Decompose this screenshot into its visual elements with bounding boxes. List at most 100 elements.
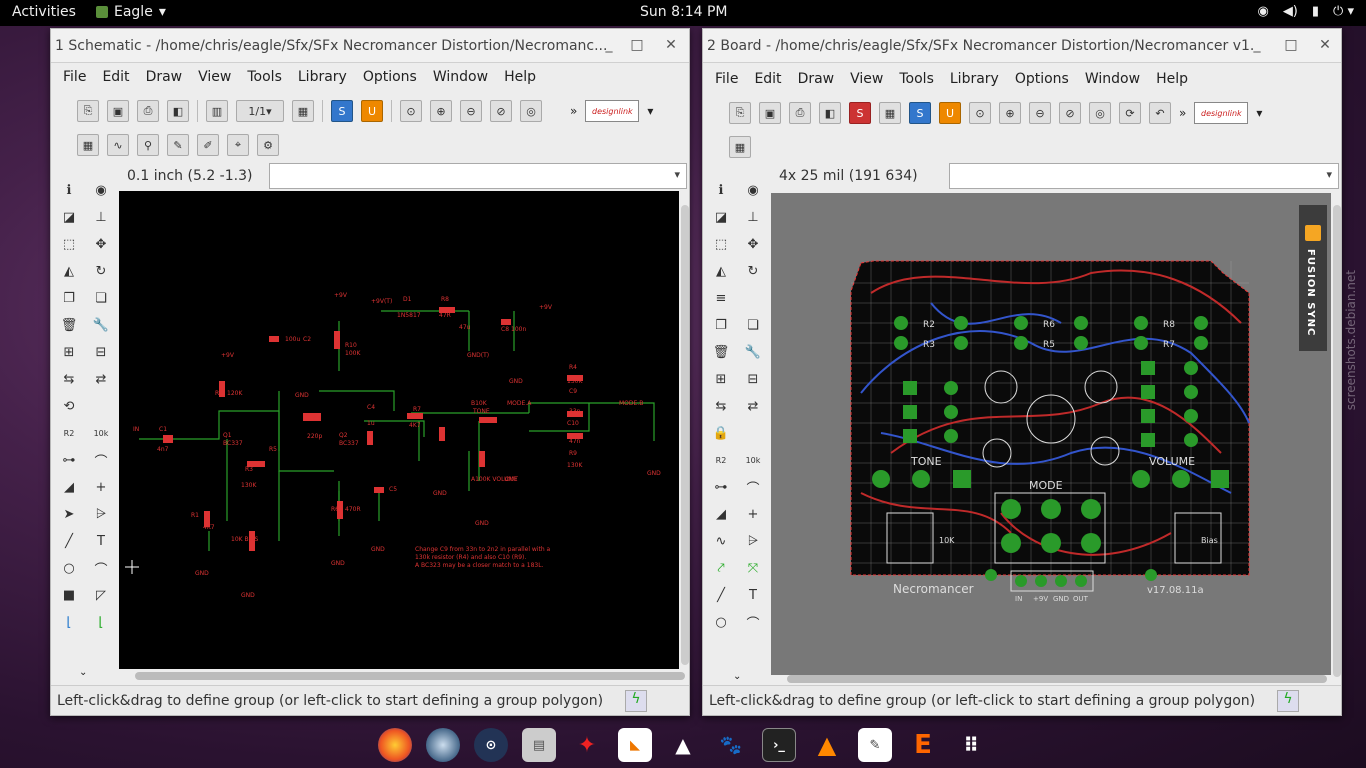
miter-icon[interactable]: ⌒ [85,447,117,474]
bus-icon[interactable]: ⩥ [737,528,769,555]
arc-icon[interactable]: ⌒ [737,609,769,636]
copy-icon[interactable]: ❐ [705,312,737,339]
align-icon[interactable]: ≡ [705,285,737,312]
show-icon[interactable]: ◉ [737,177,769,204]
smash-icon[interactable]: ⊶ [53,447,85,474]
cam-icon[interactable]: ◧ [819,102,841,124]
split-icon[interactable]: ◢ [53,474,85,501]
info-icon[interactable]: ℹ [53,177,85,204]
sheet-select[interactable]: 1/1 ▾ [236,100,284,122]
polygon-icon[interactable]: ◸ [85,582,117,609]
zoom-previous-icon[interactable]: ⊘ [490,100,512,122]
print-icon[interactable]: ⎙ [789,102,811,124]
lock-icon[interactable]: 🔒 [705,420,737,447]
plus-icon[interactable]: + [737,501,769,528]
open-icon[interactable]: ⎘ [729,102,751,124]
minimize-button[interactable]: _ [1249,37,1265,53]
undo-icon[interactable]: ↶ [1149,102,1171,124]
maximize-button[interactable]: □ [629,37,645,53]
vertical-scrollbar[interactable] [681,205,689,665]
clock[interactable]: Sun 8:14 PM [640,4,728,20]
smash-icon[interactable]: ⊶ [705,474,737,501]
schematic-titlebar[interactable]: 1 Schematic - /home/chris/eagle/Sfx/SFx … [51,29,689,63]
add-icon[interactable]: ⊞ [53,339,85,366]
open-icon[interactable]: ⎘ [77,100,99,122]
gear-icon[interactable]: ⚙ [257,134,279,156]
chevron-down-icon[interactable]: ⌄ [79,667,87,678]
circle-icon[interactable]: ○ [705,609,737,636]
menu-view[interactable]: View [190,63,239,91]
schematic-switch-icon[interactable]: S [849,102,871,124]
design-link-button[interactable]: designlink [585,100,640,122]
text-icon[interactable]: T [737,582,769,609]
mark-icon[interactable]: ⊥ [85,204,117,231]
keepassx-icon[interactable]: ⊙ [474,728,508,762]
zoom-out-icon[interactable]: ⊖ [1029,102,1051,124]
menu-file[interactable]: File [55,63,94,91]
plus-icon[interactable]: + [85,474,117,501]
eagle-icon[interactable]: E [906,728,940,762]
rect-icon[interactable]: ■ [53,582,85,609]
show-icon[interactable]: ◉ [85,177,117,204]
firefox-icon[interactable] [378,728,412,762]
ripup-icon[interactable]: ⤧ [737,555,769,582]
menu-file[interactable]: File [707,65,746,93]
move-icon[interactable]: ✥ [85,231,117,258]
grid-icon[interactable]: ▦ [729,136,751,158]
close-button[interactable]: ✕ [663,37,679,53]
grid-icon[interactable]: ▦ [77,134,99,156]
meander-icon[interactable]: ∿ [705,528,737,555]
menu-help[interactable]: Help [1148,65,1196,93]
terminal-icon[interactable]: ›_ [762,728,796,762]
display-icon[interactable]: ◪ [53,204,85,231]
swap-icon[interactable]: ⇆ [705,393,737,420]
schematic-canvas[interactable]: +9V +9V +9V(T) +9V D1 1N5817 R8 47R 47u … [119,191,679,669]
menu-help[interactable]: Help [496,63,544,91]
apps-grid-icon[interactable]: ⠿ [954,728,988,762]
chevron-down-icon[interactable]: ▾ [1326,168,1332,181]
circle-icon[interactable]: ○ [53,555,85,582]
zoom-in-icon[interactable]: ⊕ [430,100,452,122]
menu-options[interactable]: Options [1007,65,1077,93]
wire-icon[interactable]: ╱ [705,582,737,609]
name-icon[interactable]: R2 [705,447,737,474]
route-icon[interactable]: ⤤ [705,555,737,582]
pin-swap-icon[interactable]: ⇄ [85,366,117,393]
mirror-icon[interactable]: ◭ [705,258,737,285]
mark-icon[interactable]: ⊥ [737,204,769,231]
pen-check-icon[interactable]: ✐ [197,134,219,156]
chevron-down-icon[interactable]: ▾ [647,104,653,118]
inkscape-icon[interactable]: ▲ [666,728,700,762]
wire-style-icon[interactable]: ∿ [107,134,129,156]
menu-edit[interactable]: Edit [94,63,137,91]
text-icon[interactable]: T [85,528,117,555]
horizontal-scrollbar[interactable] [135,672,685,680]
script-icon[interactable]: S [331,100,353,122]
inspect-icon[interactable]: ⚲ [137,134,159,156]
minimize-button[interactable]: _ [601,37,617,53]
group-icon[interactable]: ⬚ [53,231,85,258]
layers-icon[interactable]: ▦ [292,100,314,122]
replace-icon[interactable]: ⊟ [85,339,117,366]
maximize-button[interactable]: □ [1283,37,1299,53]
name-icon[interactable]: R2 [53,420,85,447]
rotate-icon[interactable]: ↻ [737,258,769,285]
zoom-previous-icon[interactable]: ⊘ [1059,102,1081,124]
rotate-icon[interactable]: ↻ [85,258,117,285]
display-icon[interactable]: ◪ [705,204,737,231]
menu-window[interactable]: Window [425,63,496,91]
script-icon[interactable]: S [909,102,931,124]
arc-icon[interactable]: ⌒ [85,555,117,582]
copy-icon[interactable]: ❐ [53,285,85,312]
board-canvas[interactable]: TONE VOLUME MODE Necromancer v17.08.11a … [771,193,1331,675]
wrench-icon[interactable]: 🔧 [737,339,769,366]
invoke-icon[interactable]: ⟲ [53,393,85,420]
menu-library[interactable]: Library [290,63,355,91]
vlc-icon[interactable]: ▲ [810,728,844,762]
value-icon[interactable]: 10k [737,447,769,474]
net-icon[interactable]: ➤ [53,501,85,528]
menu-tools[interactable]: Tools [891,65,942,93]
chevron-down-icon[interactable]: ⌄ [733,671,741,682]
cam-icon[interactable]: ◧ [167,100,189,122]
miter-icon[interactable]: ⌒ [737,474,769,501]
